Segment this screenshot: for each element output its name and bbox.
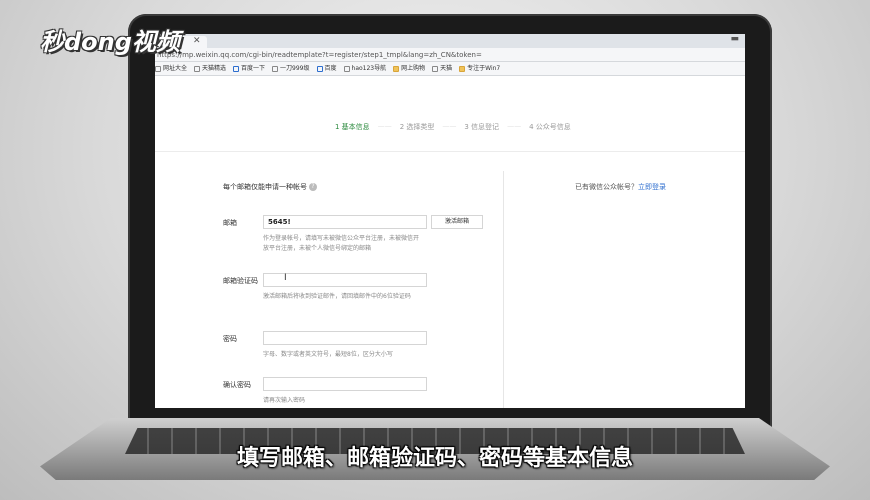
url-text: https://mp.weixin.qq.com/cgi-bin/readtem… bbox=[157, 51, 482, 59]
password-field[interactable] bbox=[263, 331, 427, 345]
address-bar[interactable]: https://mp.weixin.qq.com/cgi-bin/readtem… bbox=[155, 48, 745, 62]
code-hint: 激活邮箱后将收到验证邮件，请回填邮件中的6位验证码 bbox=[263, 293, 411, 300]
bookmark-item[interactable]: 网上购物 bbox=[393, 62, 425, 75]
step-separator: —— bbox=[377, 122, 392, 130]
bookmark-item[interactable]: 百度 bbox=[316, 62, 337, 75]
bookmark-item[interactable]: 一刀999级 bbox=[272, 62, 310, 75]
bookmark-item[interactable]: 天猫 bbox=[432, 62, 452, 75]
bookmark-item[interactable]: hao123导航 bbox=[343, 62, 387, 75]
bookmark-item[interactable]: 百度一下 bbox=[233, 62, 265, 75]
home-icon bbox=[316, 65, 323, 72]
bookmark-label: 天猫精选 bbox=[202, 64, 227, 72]
page-icon bbox=[194, 65, 201, 72]
step-item: 1 基本信息 bbox=[335, 123, 370, 131]
bookmark-label: 天猫 bbox=[440, 64, 453, 72]
login-link[interactable]: 立即登录 bbox=[638, 183, 666, 191]
window-minimize-icon[interactable]: ▬ bbox=[730, 34, 739, 44]
step-item: 3 信息登记 bbox=[464, 123, 500, 131]
page-icon bbox=[155, 65, 161, 72]
email-hint: 作为登录帐号，请填写未被微信公众平台注册，未被微信开放平台注册，未被个人微信号绑… bbox=[263, 235, 420, 252]
bookmark-item[interactable]: 天猫精选 bbox=[194, 62, 226, 75]
bookmark-label: hao123导航 bbox=[351, 64, 387, 72]
step-item: 2 选择类型 bbox=[399, 123, 435, 131]
bookmark-item[interactable]: 网址大全 bbox=[155, 62, 187, 75]
step-separator: —— bbox=[507, 122, 522, 130]
step-indicator: 1 基本信息 —— 2 选择类型 —— 3 信息登记 —— 4 公众号信息 bbox=[335, 122, 571, 132]
password-label: 密码 bbox=[223, 335, 237, 343]
activate-email-button[interactable]: 激活邮箱 bbox=[431, 215, 483, 229]
login-question: 已有微信公众帐号？ bbox=[575, 183, 638, 191]
password-hint: 字母、数字或者英文符号，最短8位，区分大小写 bbox=[263, 351, 393, 358]
confirm-password-hint: 请再次输入密码 bbox=[263, 397, 306, 404]
watermark-logo: 秒dong视频 bbox=[40, 28, 180, 56]
email-notice: 每个邮箱仅能申请一种帐号? bbox=[223, 182, 317, 192]
bookmark-label: 百度 bbox=[324, 64, 337, 72]
text-cursor-icon: I bbox=[284, 273, 287, 283]
bookmarks-bar: 网址大全 天猫精选 百度一下 一刀999级 百度 hao123导航 网上购物 天猫 专注于Win… bbox=[155, 62, 745, 76]
home-icon bbox=[233, 65, 240, 72]
page-icon bbox=[432, 65, 439, 72]
bookmark-label: 网址大全 bbox=[163, 64, 188, 72]
confirm-password-label: 确认密码 bbox=[223, 381, 251, 389]
laptop-screen: ✕ ▬ https://mp.weixin.qq.com/cgi-bin/rea… bbox=[155, 34, 745, 408]
email-notice-text: 每个邮箱仅能申请一种帐号 bbox=[223, 183, 307, 191]
bookmark-label: 一刀999级 bbox=[280, 64, 310, 72]
divider bbox=[155, 151, 745, 152]
confirm-password-field[interactable] bbox=[263, 377, 427, 391]
email-label: 邮箱 bbox=[223, 219, 237, 227]
close-icon[interactable]: ✕ bbox=[193, 36, 201, 46]
help-icon[interactable]: ? bbox=[309, 183, 317, 191]
bookmark-label: 网上购物 bbox=[401, 64, 426, 72]
page-icon bbox=[343, 65, 350, 72]
step-item: 4 公众号信息 bbox=[529, 123, 571, 131]
bookmark-label: 专注于Win7 bbox=[467, 64, 501, 72]
browser-tab-bar: ✕ ▬ bbox=[155, 34, 745, 48]
divider-vertical bbox=[503, 171, 504, 408]
bookmark-label: 百度一下 bbox=[241, 64, 266, 72]
bookmark-item[interactable]: 专注于Win7 bbox=[459, 62, 500, 75]
email-field[interactable]: 5645! bbox=[263, 215, 427, 229]
video-subtitle: 填写邮箱、邮箱验证码、密码等基本信息 bbox=[236, 446, 633, 471]
login-prompt: 已有微信公众帐号？立即登录 bbox=[575, 182, 666, 192]
register-page: 1 基本信息 —— 2 选择类型 —— 3 信息登记 —— 4 公众号信息 每个邮箱仅能申请… bbox=[155, 76, 745, 408]
email-code-field[interactable] bbox=[263, 273, 427, 287]
folder-icon bbox=[459, 65, 466, 72]
folder-icon bbox=[393, 65, 400, 72]
step-separator: —— bbox=[442, 122, 457, 130]
code-label: 邮箱验证码 bbox=[223, 277, 258, 285]
page-icon bbox=[272, 65, 279, 72]
